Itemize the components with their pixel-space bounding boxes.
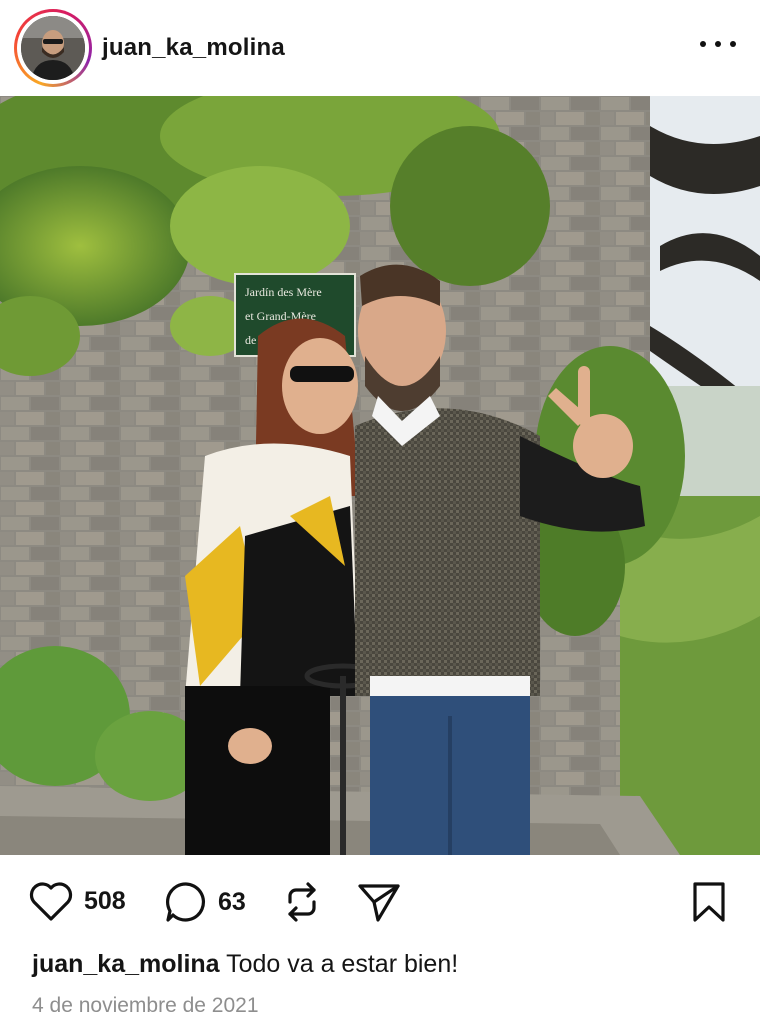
action-bar: 508 63 [0, 870, 760, 936]
more-options-icon[interactable] [700, 30, 736, 58]
heart-icon [29, 882, 73, 921]
like-button[interactable]: 508 [28, 880, 126, 922]
sign-line-1: Jardín des Mère [245, 285, 322, 299]
avatar-image [21, 16, 85, 80]
repost-icon [288, 882, 316, 922]
save-button[interactable] [690, 880, 728, 924]
comment-count[interactable]: 63 [218, 888, 246, 917]
post-photo[interactable]: Jardín des Mère et Grand-Mère de la [0, 96, 760, 855]
share-button[interactable] [356, 880, 402, 924]
comment-icon [166, 882, 206, 922]
caption-text: Todo va a estar bien! [226, 950, 459, 978]
caption-username[interactable]: juan_ka_molina [32, 950, 220, 978]
post-username[interactable]: juan_ka_molina [102, 34, 285, 62]
post-header: juan_ka_molina [0, 0, 760, 96]
bookmark-icon [693, 882, 725, 922]
repost-button[interactable] [282, 880, 322, 924]
post-caption: juan_ka_molina Todo va a estar bien! [32, 950, 458, 979]
send-icon [358, 884, 400, 922]
post-date: 4 de noviembre de 2021 [32, 994, 259, 1017]
avatar[interactable] [21, 16, 85, 80]
comment-button[interactable]: 63 [164, 880, 246, 924]
like-count[interactable]: 508 [84, 887, 126, 916]
story-ring[interactable] [14, 9, 92, 87]
